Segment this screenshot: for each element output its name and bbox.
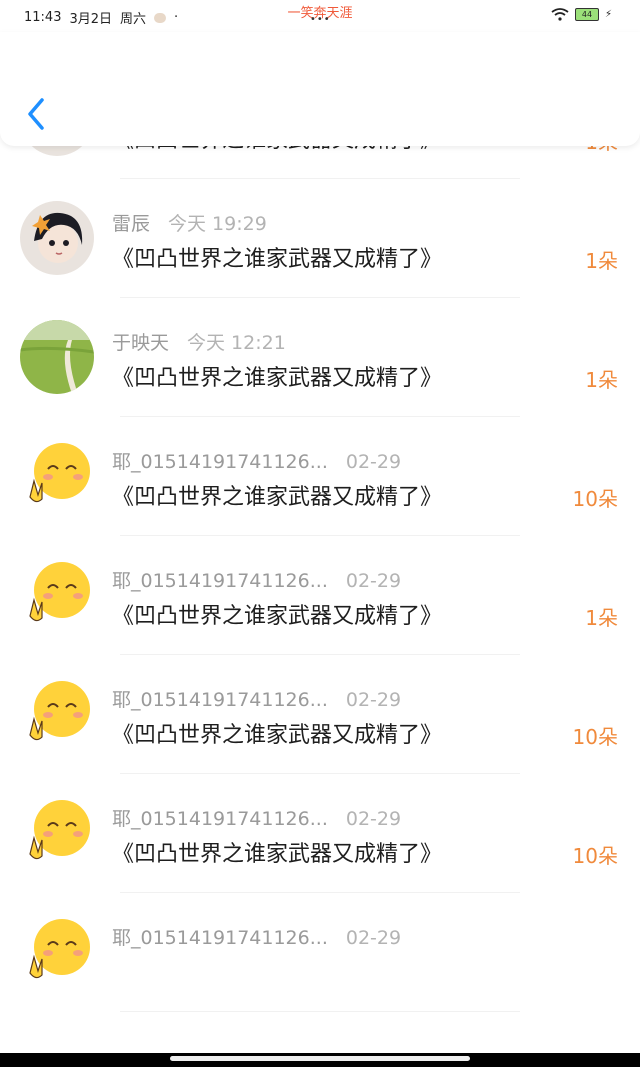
user-name[interactable]: 耶_01514191741126...	[112, 570, 328, 592]
list-item[interactable]: 耶_01514191741126... 02-29 《凹凸世界之谁家武器又成精了》 1…	[0, 417, 640, 536]
avatar[interactable]	[20, 320, 94, 394]
flower-count: 1朵	[585, 368, 618, 392]
book-title: 《凹凸世界之谁家武器又成精了》	[112, 842, 443, 867]
user-name[interactable]: 耶_01514191741126...	[112, 808, 328, 830]
home-indicator	[0, 1053, 640, 1067]
item-time: 02-29	[345, 570, 402, 592]
list-item[interactable]: 雷辰今天 19:29 《凹凸世界之谁家武器又成精了》 1朵	[0, 179, 640, 298]
list-item[interactable]: 耶_01514191741126... 02-29	[0, 893, 640, 1012]
avatar[interactable]	[20, 915, 94, 989]
item-time: 今天 12:21	[187, 332, 286, 354]
top-nav-bar	[0, 32, 640, 146]
item-time: 02-29	[345, 808, 402, 830]
flower-list: 雷辰今天 19:29 《凹凸世界之谁家武器又成精了》 1朵 雷辰今天 19:29 《凹凸…	[0, 60, 640, 1012]
status-right: 44 ⚡	[551, 8, 612, 21]
battery-icon: 44	[574, 8, 599, 21]
flower-count: 10朵	[572, 725, 618, 749]
charging-icon: ⚡	[604, 9, 612, 20]
avatar[interactable]	[20, 677, 94, 751]
item-meta: 于映天 今天 12:21	[112, 328, 286, 355]
book-title: 《凹凸世界之谁家武器又成精了》	[112, 247, 443, 272]
user-name[interactable]: 耶_01514191741126...	[112, 451, 328, 473]
avatar[interactable]	[20, 796, 94, 870]
avatar[interactable]	[20, 201, 94, 275]
book-title: 《凹凸世界之谁家武器又成精了》	[112, 485, 443, 510]
item-meta: 耶_01514191741126... 02-29	[112, 447, 401, 474]
list-item[interactable]: 于映天 今天 12:21 《凹凸世界之谁家武器又成精了》 1朵	[0, 298, 640, 417]
item-meta: 雷辰今天 19:29	[112, 209, 267, 236]
item-time: 02-29	[345, 927, 402, 949]
avatar[interactable]	[20, 558, 94, 632]
user-name[interactable]: 耶_01514191741126...	[112, 927, 328, 949]
item-meta: 耶_01514191741126... 02-29	[112, 566, 401, 593]
book-title: 《凹凸世界之谁家武器又成精了》	[112, 723, 443, 748]
list-item[interactable]: 耶_01514191741126... 02-29 《凹凸世界之谁家武器又成精了》 1…	[0, 774, 640, 893]
item-time: 今天 19:29	[168, 213, 267, 235]
list-item[interactable]: 耶_01514191741126... 02-29 《凹凸世界之谁家武器又成精了》 1…	[0, 655, 640, 774]
more-dots-icon[interactable]: •••	[310, 14, 331, 25]
wifi-icon	[551, 8, 569, 21]
list-item[interactable]: 耶_01514191741126... 02-29 《凹凸世界之谁家武器又成精了》 1…	[0, 536, 640, 655]
user-name[interactable]: 雷辰	[112, 213, 150, 235]
book-title: 《凹凸世界之谁家武器又成精了》	[112, 366, 443, 391]
status-bar: 11:43 3月2日 周六 · 一笑奔天涯 ••• 44 ⚡	[0, 0, 640, 30]
item-time: 02-29	[345, 689, 402, 711]
book-title: 《凹凸世界之谁家武器又成精了》	[112, 604, 443, 629]
flower-count: 10朵	[572, 844, 618, 868]
back-icon[interactable]	[22, 94, 52, 134]
user-name[interactable]: 耶_01514191741126...	[112, 689, 328, 711]
home-bar[interactable]	[170, 1056, 470, 1061]
flower-count: 10朵	[572, 487, 618, 511]
flower-count: 1朵	[585, 606, 618, 630]
item-meta: 耶_01514191741126... 02-29	[112, 804, 401, 831]
item-time: 02-29	[345, 451, 402, 473]
item-meta: 耶_01514191741126... 02-29	[112, 685, 401, 712]
flower-count: 1朵	[585, 249, 618, 273]
item-meta: 耶_01514191741126... 02-29	[112, 923, 401, 950]
avatar[interactable]	[20, 439, 94, 513]
user-name[interactable]: 于映天	[112, 332, 169, 354]
